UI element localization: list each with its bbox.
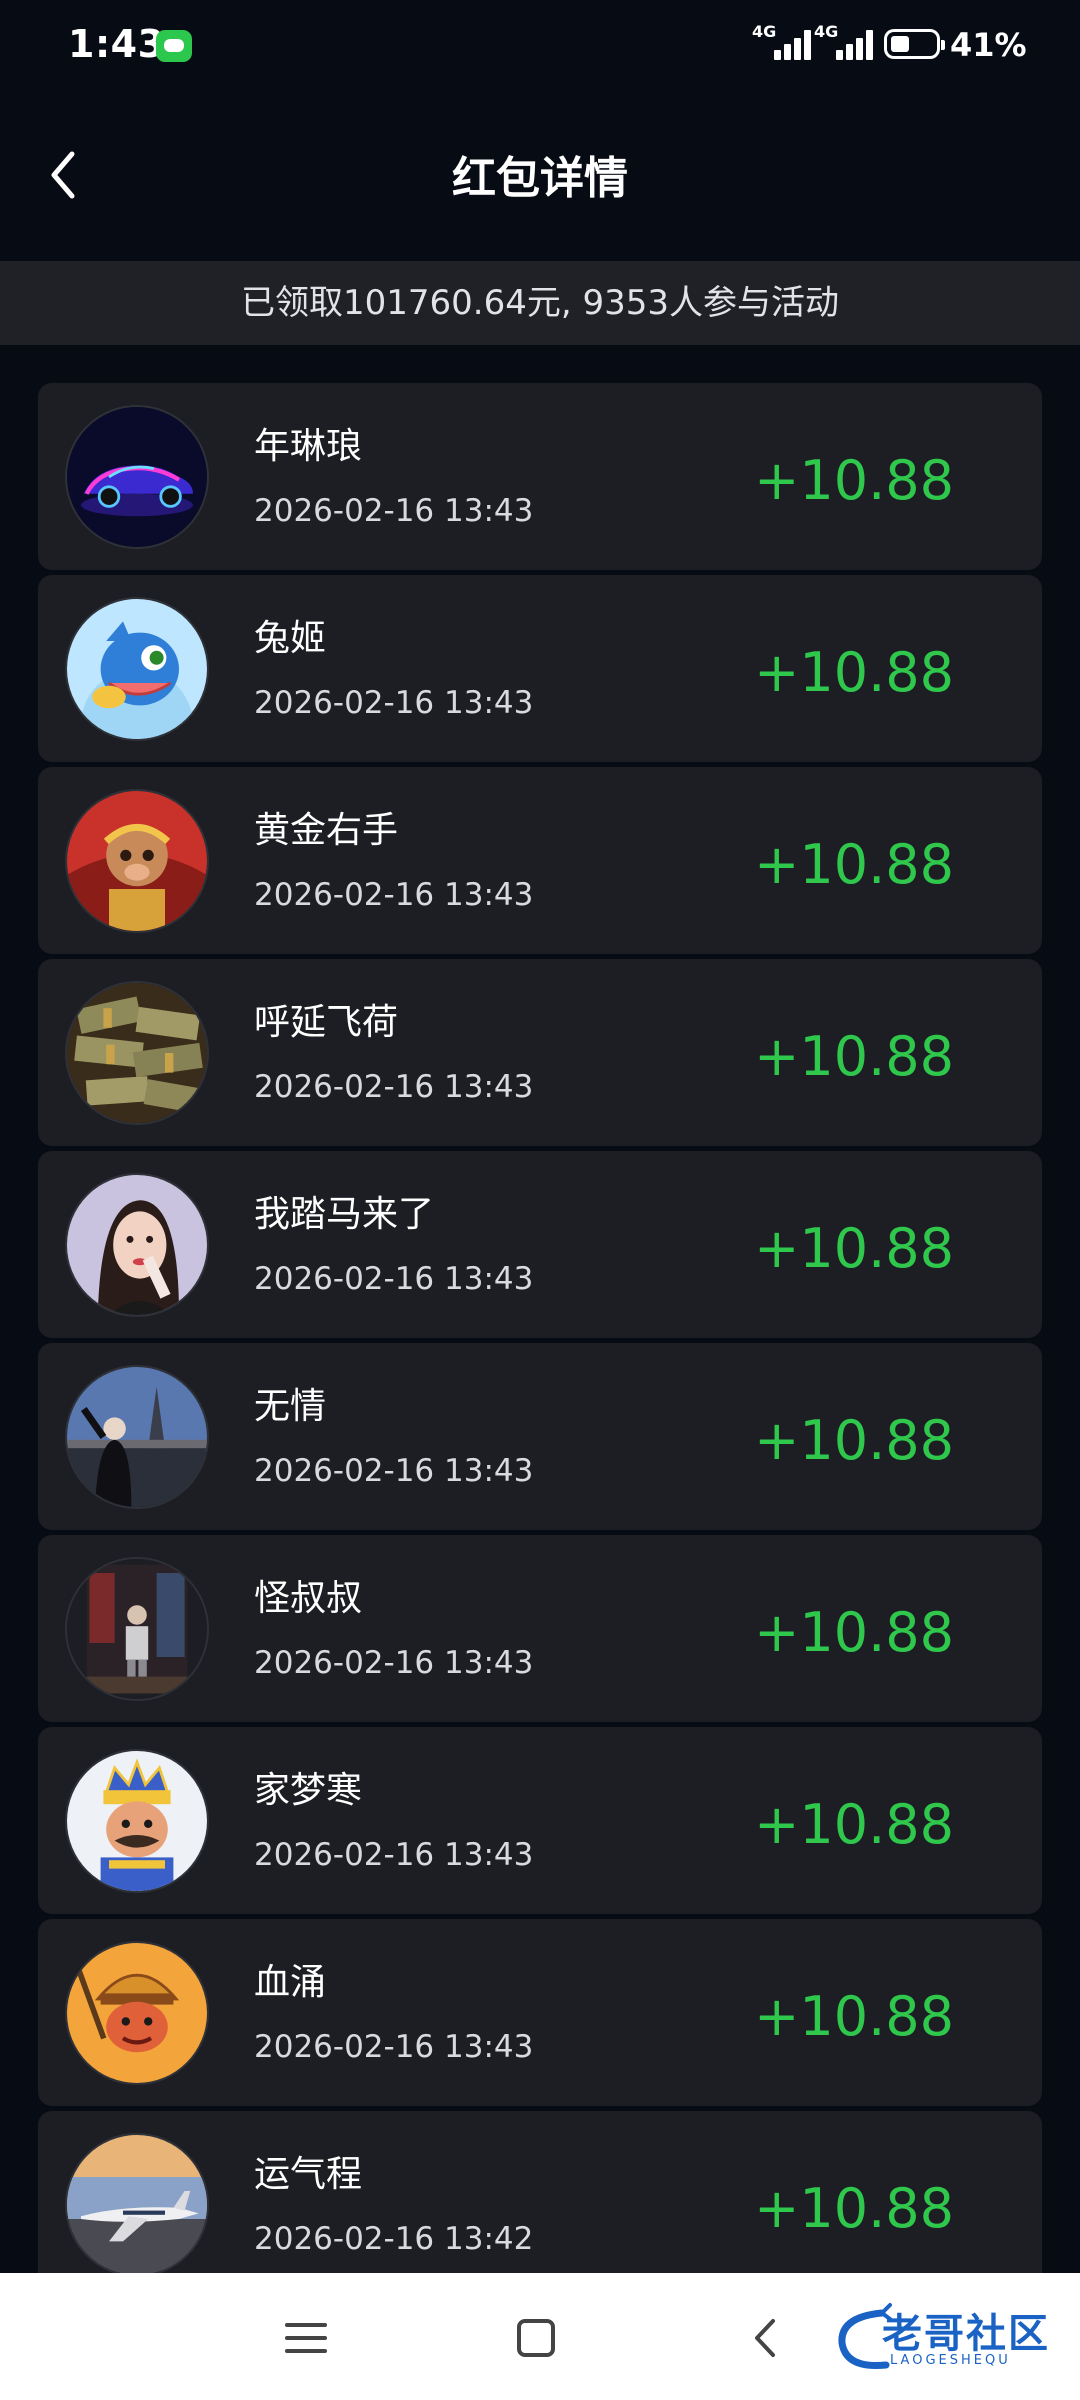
user-name: 呼延飞荷 <box>254 1002 399 1043</box>
claim-amount: +10.88 <box>754 1601 954 1664</box>
list-item[interactable]: 我踏马来了 2026-02-16 13:43 +10.88 <box>38 1151 1042 1338</box>
menu-button[interactable] <box>271 2303 341 2373</box>
watermark-text: 老哥社区 <box>882 2311 1050 2357</box>
claim-time: 2026-02-16 13:43 <box>254 685 534 721</box>
room-photo-avatar <box>65 1557 209 1701</box>
claim-time: 2026-02-16 13:43 <box>254 1069 534 1105</box>
user-name: 黄金右手 <box>254 810 399 851</box>
woman-portrait-avatar <box>65 1173 209 1317</box>
claim-amount: +10.88 <box>754 1217 954 1280</box>
battery-icon <box>884 29 945 59</box>
claim-time: 2026-02-16 13:43 <box>254 1453 534 1489</box>
user-name: 无情 <box>254 1386 327 1427</box>
claim-amount: +10.88 <box>754 833 954 896</box>
nav-back-button[interactable] <box>731 2303 801 2373</box>
claim-time: 2026-02-16 13:43 <box>254 1261 534 1297</box>
claim-amount: +10.88 <box>754 1985 954 2048</box>
claim-amount: +10.88 <box>754 1025 954 1088</box>
cellular-signal-icon-2: 4G <box>814 20 880 64</box>
claim-time: 2026-02-16 13:43 <box>254 2029 534 2065</box>
monkey-king-avatar <box>65 789 209 933</box>
user-name: 年琳琅 <box>254 426 363 467</box>
summary-banner: 已领取101760.64元, 9353人参与活动 <box>0 261 1080 345</box>
watermark-subtext: LAOGESHEQU <box>890 2353 1011 2368</box>
user-name: 血涌 <box>254 1962 327 2003</box>
home-square-icon <box>517 2319 555 2357</box>
list-item[interactable]: 血涌 2026-02-16 13:43 +10.88 <box>38 1919 1042 2106</box>
system-nav-bar: 老哥社区 LAOGESHEQU <box>0 2273 1080 2400</box>
record-list: 年琳琅 2026-02-16 13:43 +10.88 兔姬 2026-02-1 <box>38 383 1042 2303</box>
cartoon-warrior-avatar <box>65 1941 209 2085</box>
menu-icon <box>285 2323 327 2353</box>
claim-time: 2026-02-16 13:42 <box>254 2221 534 2257</box>
paris-photo-avatar <box>65 1365 209 1509</box>
list-item[interactable]: 运气程 2026-02-16 13:42 +10.88 <box>38 2111 1042 2298</box>
list-item[interactable]: 年琳琅 2026-02-16 13:43 +10.88 <box>38 383 1042 570</box>
user-name: 怪叔叔 <box>254 1578 363 1619</box>
neon-car-avatar <box>65 405 209 549</box>
app-screen: 1:43 4G 4G 41% 红包详情 已领取101760.64元, 9353人… <box>0 0 1080 2400</box>
money-stack-avatar <box>65 981 209 1125</box>
user-name: 家梦寒 <box>254 1770 363 1811</box>
watermark-logo: 老哥社区 LAOGESHEQU <box>832 2293 1068 2383</box>
list-item[interactable]: 黄金右手 2026-02-16 13:43 +10.88 <box>38 767 1042 954</box>
user-name: 运气程 <box>254 2154 363 2195</box>
claim-time: 2026-02-16 13:43 <box>254 1645 534 1681</box>
cellular-signal-icon: 4G <box>752 20 818 64</box>
jet-plane-avatar <box>65 2133 209 2277</box>
home-button[interactable] <box>501 2303 571 2373</box>
claim-amount: +10.88 <box>754 2177 954 2240</box>
user-name: 我踏马来了 <box>254 1194 435 1235</box>
status-time: 1:43 <box>68 22 165 66</box>
claim-time: 2026-02-16 13:43 <box>254 1837 534 1873</box>
claim-amount: +10.88 <box>754 1409 954 1472</box>
network-type-label-2: 4G <box>814 22 839 41</box>
back-chevron-icon <box>755 2319 775 2357</box>
claim-amount: +10.88 <box>754 641 954 704</box>
list-item[interactable]: 呼延飞荷 2026-02-16 13:43 +10.88 <box>38 959 1042 1146</box>
user-name: 兔姬 <box>254 618 327 659</box>
network-type-label: 4G <box>752 22 777 41</box>
list-item[interactable]: 兔姬 2026-02-16 13:43 +10.88 <box>38 575 1042 762</box>
claim-amount: +10.88 <box>754 449 954 512</box>
claim-time: 2026-02-16 13:43 <box>254 493 534 529</box>
claim-time: 2026-02-16 13:43 <box>254 877 534 913</box>
claim-amount: +10.88 <box>754 1793 954 1856</box>
list-item[interactable]: 无情 2026-02-16 13:43 +10.88 <box>38 1343 1042 1530</box>
blue-dragon-avatar <box>65 597 209 741</box>
page-title: 红包详情 <box>452 153 628 204</box>
header-bar: 红包详情 <box>0 120 1080 220</box>
battery-percent: 41% <box>950 26 1027 64</box>
list-item[interactable]: 家梦寒 2026-02-16 13:43 +10.88 <box>38 1727 1042 1914</box>
status-bar: 1:43 4G 4G 41% <box>0 0 1080 92</box>
message-icon <box>156 30 192 62</box>
cartoon-king-avatar <box>65 1749 209 1893</box>
list-item[interactable]: 怪叔叔 2026-02-16 13:43 +10.88 <box>38 1535 1042 1722</box>
